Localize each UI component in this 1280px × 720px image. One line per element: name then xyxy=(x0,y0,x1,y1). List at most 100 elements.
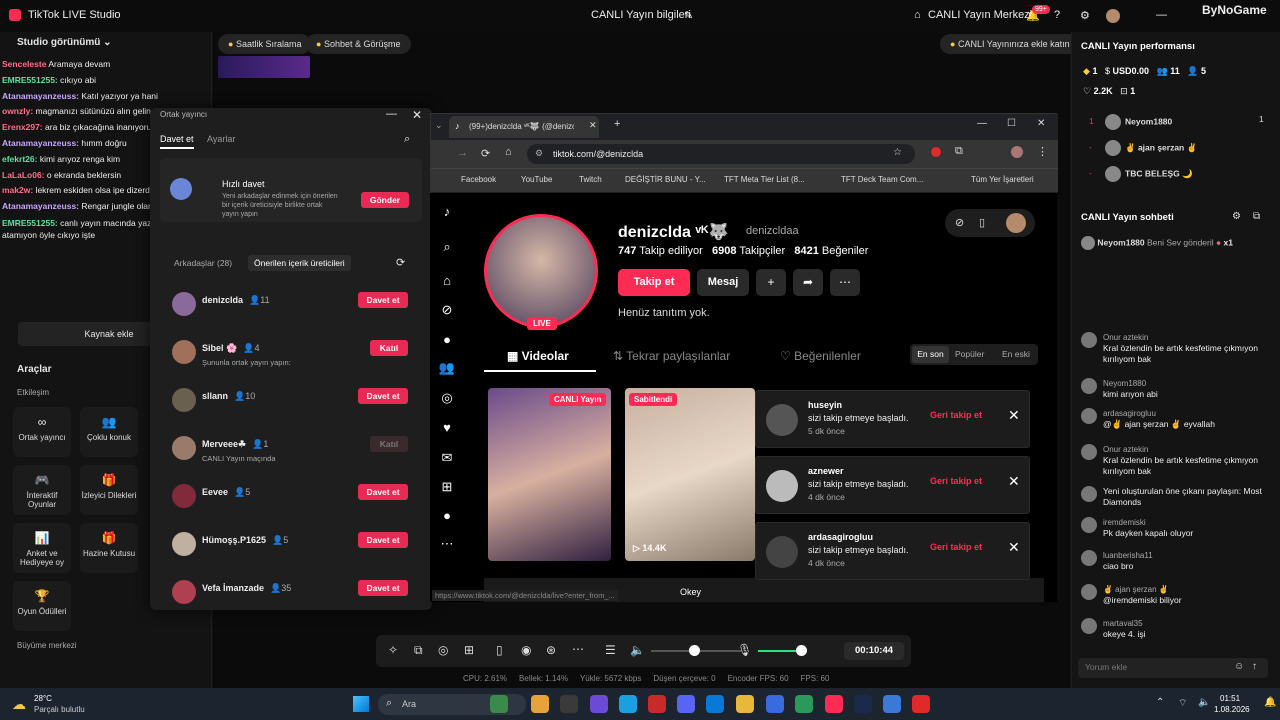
teams-icon[interactable] xyxy=(590,695,608,713)
menu-icon[interactable]: ⋮ xyxy=(1037,145,1048,158)
tiktok-logo-icon[interactable]: ♪ xyxy=(437,204,457,224)
tab-invite[interactable]: Davet et xyxy=(160,134,194,149)
send-button[interactable]: Gönder xyxy=(361,192,409,208)
record-icon[interactable]: ◉ xyxy=(521,643,531,657)
mic-volume-knob[interactable] xyxy=(796,645,807,656)
site-info-icon[interactable]: ⚙ xyxy=(535,148,543,159)
rank-name[interactable]: ✌ ajan şerzan ✌ xyxy=(1125,142,1197,152)
chat-call-pill[interactable]: ● Sohbet & Görüşme xyxy=(306,34,411,54)
address-bar[interactable]: ⚙ tiktok.com/@denizclda ☆ xyxy=(527,144,915,164)
studio-view-dropdown[interactable]: Studio görünümü ⌄ xyxy=(17,37,112,48)
notif-name[interactable]: ardasagirogluu xyxy=(808,532,873,542)
browser-tab[interactable]: ♪ (99+)denizclda ᵛᴷ🐺 (@denizcl ✕ xyxy=(449,116,599,138)
rank-name[interactable]: Neyom1880 xyxy=(1125,116,1172,126)
gift-user[interactable]: Neyom1880 xyxy=(1097,237,1144,247)
bookmark-item[interactable]: TFT Deck Team Com... xyxy=(841,175,923,184)
tip-pill[interactable]: ● CANLI Yayınınıza ekle katın xyxy=(940,34,1080,54)
sort-popular[interactable]: Popüler xyxy=(955,349,984,359)
explore-icon[interactable]: ⊘ xyxy=(437,302,457,322)
chat-user[interactable]: efekrt26: xyxy=(2,154,37,164)
profile-avatar[interactable] xyxy=(1011,146,1023,158)
settings-gear-icon[interactable]: ⚙ xyxy=(1080,9,1090,22)
speaker-icon[interactable]: 🔈 xyxy=(630,643,645,657)
window-minimize-icon[interactable]: — xyxy=(977,118,987,129)
effects-icon[interactable]: ◎ xyxy=(438,643,448,657)
followers-label[interactable]: Takipçiler xyxy=(739,245,785,257)
video-thumbnail[interactable] xyxy=(488,388,611,561)
following-icon[interactable]: 👥 xyxy=(437,360,457,380)
follow-back-button[interactable]: Geri takip et xyxy=(930,542,982,552)
video-thumbnail[interactable] xyxy=(625,388,755,561)
sort-oldest[interactable]: En eski xyxy=(1002,349,1030,359)
network-icon[interactable]: ⌔ xyxy=(1178,697,1187,710)
discord-icon[interactable] xyxy=(677,695,695,713)
help-icon[interactable]: ? xyxy=(1054,9,1060,21)
window-close-icon[interactable]: ✕ xyxy=(1037,118,1045,129)
mail-icon[interactable] xyxy=(706,695,724,713)
chat-message-user[interactable]: ardasagirogluu xyxy=(1103,408,1265,419)
search-icon[interactable]: ⌕ xyxy=(404,133,410,146)
avatar[interactable] xyxy=(1081,618,1097,634)
follow-button[interactable]: Takip et xyxy=(618,269,690,296)
notif-name[interactable]: huseyin xyxy=(808,400,842,410)
invite-button[interactable]: Davet et xyxy=(358,532,408,548)
chat-user[interactable]: Erenx297: xyxy=(2,122,43,132)
popout-icon[interactable]: ⧉ xyxy=(1253,211,1260,222)
home-icon[interactable]: ⌂ xyxy=(437,273,457,293)
opera-icon[interactable] xyxy=(648,695,666,713)
add-friend-icon[interactable]: + xyxy=(756,269,786,296)
file-explorer-icon[interactable] xyxy=(736,695,754,713)
chat-user[interactable]: LaLaLo06: xyxy=(2,170,45,180)
scene-icon[interactable]: ⧉ xyxy=(414,643,423,658)
speaker-volume-knob[interactable] xyxy=(689,645,700,656)
avatar[interactable] xyxy=(1081,378,1097,394)
tool-5[interactable]: 📊 Anket ve Hediyeye oy xyxy=(13,523,71,573)
tab-liked[interactable]: ♡ Beğenilenler xyxy=(780,349,861,363)
task-view-icon[interactable] xyxy=(560,695,578,713)
camera-icon[interactable]: ⊛ xyxy=(546,643,556,657)
avatar[interactable] xyxy=(1081,408,1097,424)
tool-4[interactable]: 🎁 İzleyici Dilekleri xyxy=(80,465,138,515)
profile-icon[interactable]: ● xyxy=(437,508,457,528)
tool-7[interactable]: 🏆 Oyun Ödülleri xyxy=(13,581,71,631)
chat-user[interactable]: Atanamayanzeuss: xyxy=(2,138,79,148)
tab-settings[interactable]: Ayarlar xyxy=(207,134,235,144)
more-icon[interactable]: ⋯ xyxy=(437,536,457,556)
tab-close-icon[interactable]: ✕ xyxy=(589,120,597,131)
bookmark-item[interactable]: TFT Meta Tier List (8... xyxy=(724,175,805,184)
chat-user[interactable]: Atanamayanzeuss: xyxy=(2,201,79,211)
tool-3[interactable]: 🎮 İnteraktif Oyunlar xyxy=(13,465,71,515)
avatar[interactable] xyxy=(1081,444,1097,460)
tool-1[interactable]: ∞ Ortak yayıncı xyxy=(13,407,71,457)
inbox-icon[interactable]: ♥ xyxy=(437,420,457,440)
avatar[interactable] xyxy=(1106,9,1120,23)
close-icon[interactable]: ✕ xyxy=(1008,407,1020,424)
puzzle-icon[interactable]: ⧉ xyxy=(955,145,963,158)
refresh-icon[interactable]: ⟳ xyxy=(396,256,405,269)
live-info-title[interactable]: CANLI Yayın bilgileri xyxy=(591,9,691,21)
avatar[interactable] xyxy=(766,470,798,502)
invite-button[interactable]: Davet et xyxy=(358,580,408,596)
avatar[interactable] xyxy=(1081,517,1097,533)
chat-user[interactable]: EMRE551255: xyxy=(2,75,58,85)
invite-button[interactable]: Davet et xyxy=(358,484,408,500)
settings-gear-icon[interactable]: ⚙ xyxy=(1232,211,1241,222)
messages-icon[interactable]: ✉ xyxy=(437,450,457,470)
mic-volume-slider[interactable] xyxy=(758,650,800,652)
notification-bell-icon[interactable]: 🔔 xyxy=(1264,697,1276,708)
magic-wand-icon[interactable]: ✧ xyxy=(388,643,398,657)
bookmark-star-icon[interactable]: ☆ xyxy=(893,147,902,158)
bookmark-item[interactable]: DEĞİŞTİR BUNU - Y... xyxy=(625,175,706,184)
game-icon[interactable] xyxy=(795,695,813,713)
rank-name[interactable]: TBC BELEŞG 🌙 xyxy=(1125,168,1193,178)
phone-icon[interactable]: ▯ xyxy=(979,216,985,229)
chat-message-user[interactable]: Onur aztekin xyxy=(1103,332,1265,343)
avatar[interactable] xyxy=(1081,332,1097,348)
upload-icon[interactable]: ⊞ xyxy=(437,479,457,499)
share-icon[interactable]: ➦ xyxy=(793,269,823,296)
chat-message-user[interactable]: Onur aztekin xyxy=(1103,444,1265,455)
follow-back-button[interactable]: Geri takip et xyxy=(930,410,982,420)
avatar[interactable]: ● xyxy=(437,332,457,352)
weather-icon[interactable]: ☁ xyxy=(12,696,26,713)
notif-name[interactable]: aznewer xyxy=(808,466,844,476)
